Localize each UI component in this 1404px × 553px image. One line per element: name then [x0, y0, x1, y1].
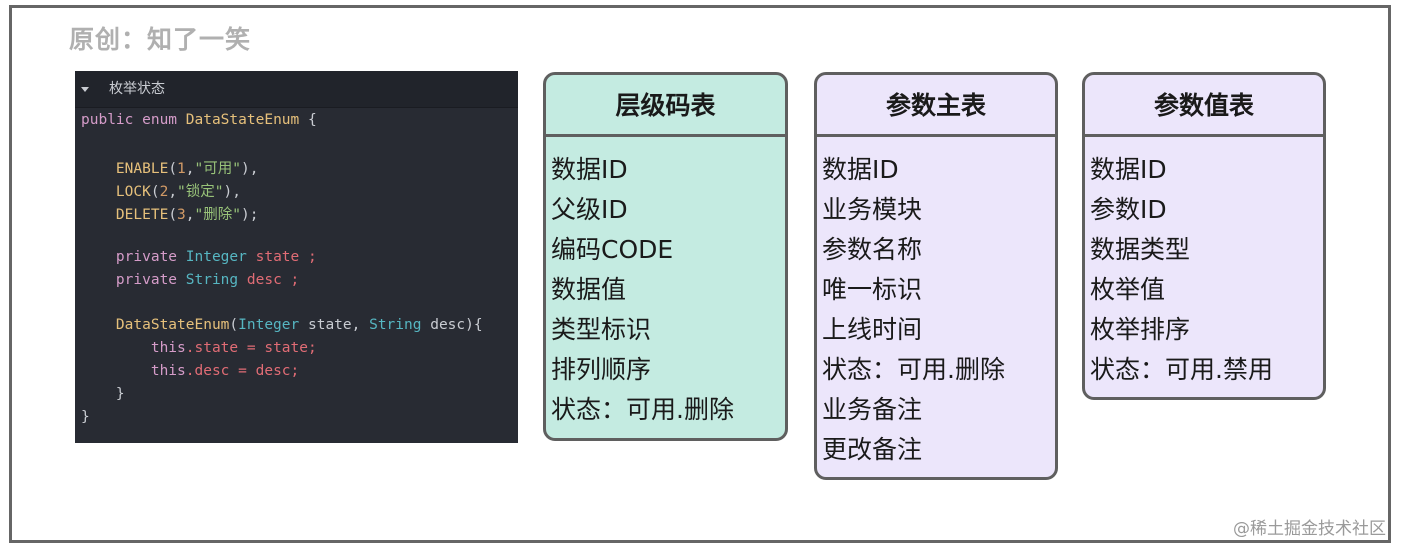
code-token: ), [240, 161, 259, 177]
table-title: 层级码表 [546, 75, 785, 137]
code-token: this [81, 363, 186, 379]
table-field: 数据ID [551, 155, 628, 184]
code-token: private [81, 249, 186, 265]
code-token: .desc = desc; [185, 363, 300, 379]
table-field: 父级ID [551, 195, 628, 224]
code-line: private Integer state ; [81, 249, 317, 265]
code-token: , [185, 207, 195, 223]
table-field: 上线时间 [822, 315, 923, 344]
code-token: DataStateEnum [185, 112, 300, 128]
code-line: DELETE(3,"删除"); [81, 203, 259, 224]
code-token: LOCK [81, 184, 151, 200]
code-token: ENABLE [81, 161, 169, 177]
table-hierarchy-code: 层级码表 数据ID 父级ID 编码CODE 数据值类型标识排列顺序状态：可用.删除 [543, 72, 788, 441]
table-field: 业务备注 [822, 395, 923, 424]
code-line: } [81, 409, 90, 425]
table-title: 参数值表 [1085, 75, 1323, 137]
table-field: 状态：可用.删除 [822, 355, 1005, 384]
code-token: String [369, 317, 422, 333]
code-header[interactable]: 枚举状态 [75, 71, 518, 108]
collapse-caret-icon[interactable] [81, 86, 89, 92]
table-field: 状态：可用.禁用 [1090, 355, 1273, 384]
code-token: "删除" [194, 207, 241, 223]
code-token: Integer [238, 317, 300, 333]
code-token: 3 [177, 207, 186, 223]
code-token: "锁定" [177, 184, 224, 200]
table-fields: 数据ID 父级ID 编码CODE 数据值类型标识排列顺序状态：可用.删除 [546, 137, 785, 430]
table-field: 枚举值 [1090, 275, 1166, 304]
code-line: private String desc ; [81, 272, 299, 288]
code-line: public enum DataStateEnum { [81, 112, 317, 128]
table-field: 枚举排序 [1090, 315, 1191, 344]
table-field: 类型标识 [551, 315, 652, 344]
code-line: this.desc = desc; [81, 363, 299, 379]
code-token: DELETE [81, 207, 169, 223]
code-token: state, [299, 317, 370, 333]
table-field: 数据值 [551, 275, 627, 304]
code-token: desc ; [238, 272, 300, 288]
code-token: ( [168, 207, 178, 223]
table-field: 数据类型 [1090, 235, 1191, 264]
table-title: 参数主表 [817, 75, 1055, 137]
code-token: } [81, 409, 90, 425]
code-token: Integer [185, 249, 247, 265]
code-token: } [81, 386, 125, 402]
code-token: ); [240, 207, 259, 223]
table-field: 更改备注 [822, 435, 923, 464]
table-field: 唯一标识 [822, 275, 923, 304]
code-token: ), [223, 184, 241, 200]
code-token: DataStateEnum [81, 317, 230, 333]
table-fields: 数据ID 参数ID 数据类型枚举值枚举排序状态：可用.禁用 [1085, 137, 1323, 390]
code-token: .state = state; [185, 340, 317, 356]
code-line: DataStateEnum(Integer state, String desc… [81, 317, 483, 333]
author-credit: 原创：知了一笑 [69, 25, 252, 54]
code-token: ( [229, 317, 239, 333]
code-token: desc){ [421, 317, 483, 333]
table-field: 参数ID [1090, 195, 1167, 224]
watermark: @稀土掘金技术社区 [1233, 519, 1386, 539]
table-fields: 数据ID 业务模块参数名称唯一标识上线时间状态：可用.删除 业务备注更改备注 [817, 137, 1055, 470]
table-field: 编码CODE [551, 235, 674, 264]
table-param-main: 参数主表 数据ID 业务模块参数名称唯一标识上线时间状态：可用.删除 业务备注更改备… [814, 72, 1058, 480]
code-token: private [81, 272, 186, 288]
code-token: 2 [159, 184, 169, 200]
code-line: } [81, 386, 125, 402]
code-token: this [81, 340, 186, 356]
table-param-value: 参数值表 数据ID 参数ID 数据类型枚举值枚举排序状态：可用.禁用 [1082, 72, 1326, 400]
table-field: 数据ID [822, 155, 899, 184]
code-line: this.state = state; [81, 340, 317, 356]
code-header-title: 枚举状态 [109, 81, 165, 97]
code-token: 1 [177, 161, 186, 177]
code-token: state ; [246, 249, 317, 265]
table-field: 参数名称 [822, 235, 923, 264]
code-token: ( [150, 184, 160, 200]
code-token: , [185, 161, 195, 177]
code-token: { [299, 112, 317, 128]
code-token: String [185, 272, 239, 288]
table-field: 排列顺序 [551, 355, 652, 384]
table-field: 业务模块 [822, 195, 923, 224]
table-field: 数据ID [1090, 155, 1167, 184]
code-panel: 枚举状态 public enum DataStateEnum { ENABLE(… [75, 71, 518, 443]
code-token: , [168, 184, 178, 200]
code-token: ( [168, 161, 178, 177]
code-token: "可用" [194, 161, 241, 177]
table-field: 状态：可用.删除 [551, 395, 734, 424]
code-line: ENABLE(1,"可用"), [81, 157, 259, 178]
code-token: public enum [81, 112, 186, 128]
code-line: LOCK(2,"锁定"), [81, 180, 241, 201]
